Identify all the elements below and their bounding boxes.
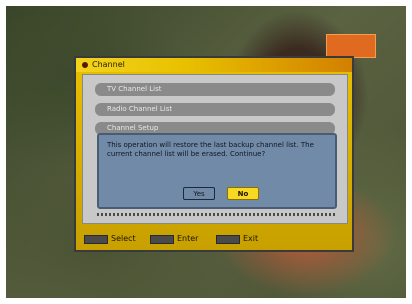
enter-key-icon — [150, 234, 174, 244]
title-bullet-icon — [82, 62, 88, 68]
yes-button[interactable]: Yes — [183, 187, 215, 200]
channel-logo — [326, 34, 376, 58]
exit-key-icon — [216, 234, 240, 244]
footer-select-hint: Select — [84, 230, 136, 248]
dotted-divider — [97, 213, 337, 216]
footer-exit-hint: Exit — [216, 230, 258, 248]
channel-menu: Channel TV Channel List Radio Channel Li… — [74, 56, 354, 252]
menu-footer: Select Enter Exit — [76, 230, 352, 248]
footer-enter-hint: Enter — [150, 230, 198, 248]
video-background: Channel TV Channel List Radio Channel Li… — [6, 6, 406, 298]
menu-item-radio-channel-list[interactable]: Radio Channel List — [95, 103, 335, 116]
menu-title-bar: Channel — [76, 58, 352, 72]
footer-enter-label: Enter — [177, 234, 199, 243]
footer-select-label: Select — [111, 234, 136, 243]
no-button[interactable]: No — [227, 187, 259, 200]
select-key-icon — [84, 234, 108, 244]
menu-item-tv-channel-list[interactable]: TV Channel List — [95, 83, 335, 96]
menu-title: Channel — [92, 60, 125, 69]
confirm-dialog: This operation will restore the last bac… — [97, 133, 337, 209]
dialog-message: This operation will restore the last bac… — [107, 141, 314, 158]
menu-body: TV Channel List Radio Channel List Chann… — [82, 74, 348, 224]
footer-exit-label: Exit — [243, 234, 259, 243]
